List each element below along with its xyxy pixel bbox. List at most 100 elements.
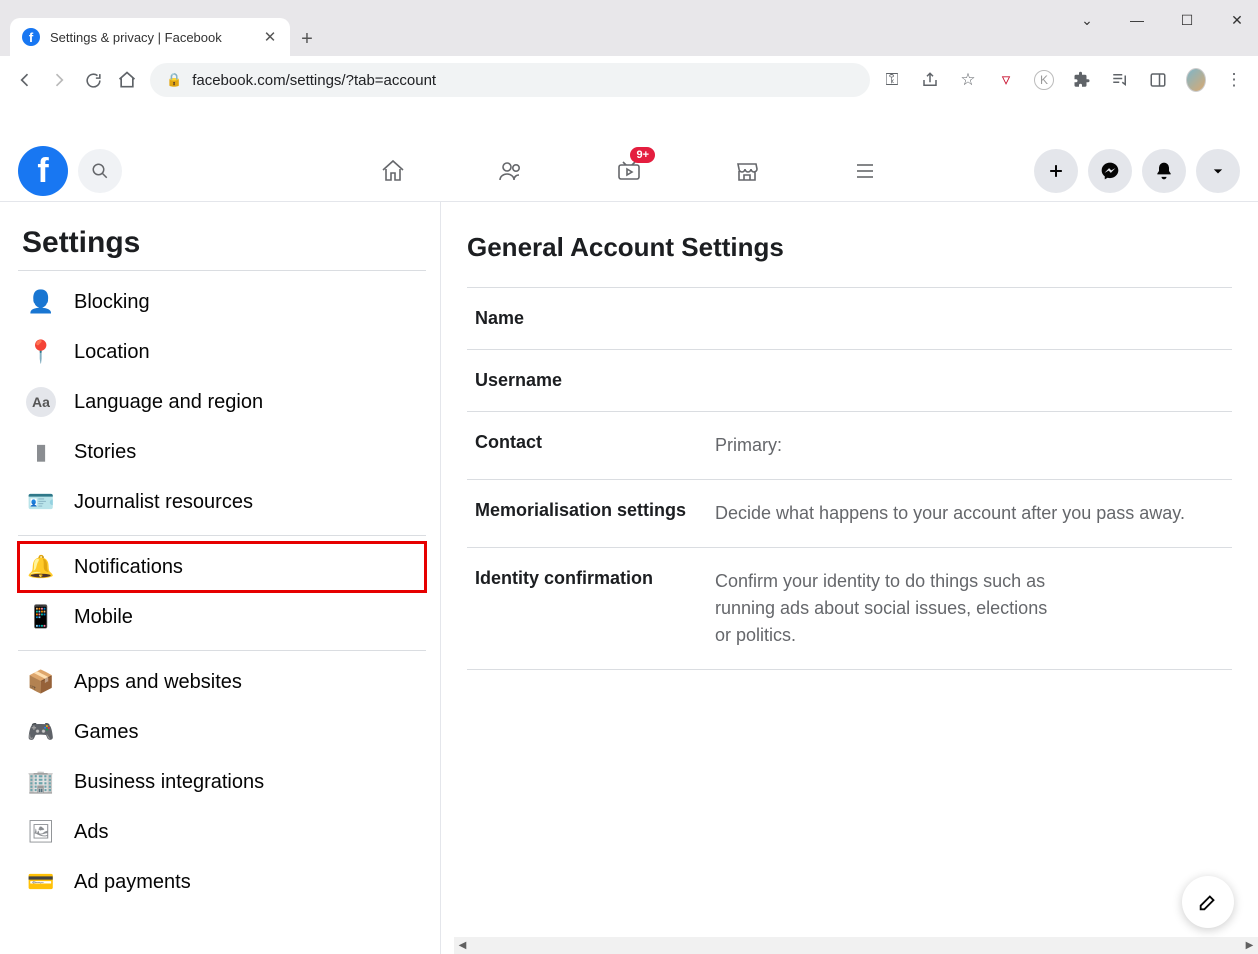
notifications-button[interactable] [1142,149,1186,193]
mobile-icon: 📱 [26,602,56,632]
facebook-favicon: f [22,28,40,46]
messenger-button[interactable] [1088,149,1132,193]
home-tab[interactable] [373,151,413,191]
extensions-icon[interactable] [1072,70,1092,90]
settings-row[interactable]: Memorialisation settingsDecide what happ… [467,479,1232,547]
scroll-left-icon[interactable]: ◀ [454,937,471,954]
sidepanel-icon[interactable] [1148,70,1168,90]
facebook-header: f 9+ [0,141,1258,202]
header-actions [1034,149,1240,193]
reload-icon[interactable] [82,69,104,91]
divider [18,650,426,651]
address-bar: 🔒 facebook.com/settings/?tab=account ⚿ ☆… [0,56,1258,105]
watch-tab[interactable]: 9+ [609,151,649,191]
search-button[interactable] [78,149,122,193]
sidebar-item-adpayments[interactable]: 💳Ad payments [18,857,426,907]
row-value: Primary: [715,432,1224,459]
url-field[interactable]: 🔒 facebook.com/settings/?tab=account [150,63,870,97]
settings-row[interactable]: Name [467,287,1232,349]
toolbar-actions: ⚿ ☆ ▿ K ⋮ [882,70,1244,90]
home-icon[interactable] [116,69,138,91]
sidebar-item-stories[interactable]: ▮Stories [18,427,426,477]
back-icon[interactable] [14,69,36,91]
row-label: Contact [475,432,715,453]
forward-icon[interactable] [48,69,70,91]
sidebar-item-label: Apps and websites [74,671,242,694]
tab-title: Settings & privacy | Facebook [50,30,262,45]
sidebar-item-journalist[interactable]: 🪪Journalist resources [18,477,426,527]
sidebar-item-label: Games [74,721,138,744]
browser-tab[interactable]: f Settings & privacy | Facebook ✕ [10,18,290,56]
close-tab-icon[interactable]: ✕ [262,28,278,46]
main-panel: General Account Settings Name Username Con… [440,202,1258,954]
chevron-down-icon[interactable]: ⌄ [1072,12,1102,29]
horizontal-scrollbar[interactable]: ◀ ▶ [454,937,1258,954]
window-controls: ⌄ — ☐ ✕ [1072,0,1252,40]
share-icon[interactable] [920,70,940,90]
watch-badge: 9+ [630,147,655,163]
sidebar-item-blocking[interactable]: 👤 Blocking [18,277,426,327]
scroll-right-icon[interactable]: ▶ [1241,937,1258,954]
sidebar-item-mobile[interactable]: 📱 Mobile [18,592,426,642]
maximize-icon[interactable]: ☐ [1172,12,1202,29]
profile-avatar[interactable] [1186,70,1206,90]
ads-icon: 🖼 [26,817,56,847]
sidebar-item-label: Mobile [74,606,133,629]
notifications-icon: 🔔 [26,552,56,582]
settings-sidebar: Settings 👤 Blocking 📍LocationAaLanguage an… [0,202,440,954]
stories-icon: ▮ [26,437,56,467]
bookmark-star-icon[interactable]: ☆ [958,70,978,90]
media-icon[interactable] [1110,70,1130,90]
settings-row[interactable]: ContactPrimary: [467,411,1232,479]
url-text: facebook.com/settings/?tab=account [192,72,436,89]
blocking-icon: 👤 [26,287,56,317]
games-icon: 🎮 [26,717,56,747]
row-label: Memorialisation settings [475,500,715,521]
ext-k-icon[interactable]: K [1034,70,1054,90]
friends-tab[interactable] [491,151,531,191]
sidebar-item-games[interactable]: 🎮 Games [18,707,426,757]
sidebar-item-label: Notifications [74,556,183,579]
sidebar-title: Settings [22,226,426,260]
browser-tab-strip: f Settings & privacy | Facebook ✕ + ⌄ — … [0,0,1258,56]
key-icon[interactable]: ⚿ [882,70,902,90]
business-icon: 🏢 [26,767,56,797]
sidebar-item-label: Blocking [74,291,150,314]
minimize-icon[interactable]: — [1122,12,1152,28]
adpayments-icon: 💳 [26,867,56,897]
close-window-icon[interactable]: ✕ [1222,12,1252,29]
divider [18,270,426,271]
divider [18,535,426,536]
sidebar-item-language[interactable]: AaLanguage and region [18,377,426,427]
kebab-menu-icon[interactable]: ⋮ [1224,70,1244,90]
settings-row[interactable]: Username [467,349,1232,411]
row-value: Confirm your identity to do things such … [715,568,1055,649]
page-body: Settings 👤 Blocking 📍LocationAaLanguage an… [0,202,1258,954]
sidebar-item-ads[interactable]: 🖼 Ads [18,807,426,857]
top-nav: 9+ [373,151,885,191]
sidebar-item-label: Business integrations [74,771,264,794]
compose-button[interactable] [1182,876,1234,928]
apps-icon: 📦 [26,667,56,697]
sidebar-item-business[interactable]: 🏢 Business integrations [18,757,426,807]
sidebar-item-apps[interactable]: 📦 Apps and websites [18,657,426,707]
page-title: General Account Settings [467,232,1232,263]
language-icon: Aa [26,387,56,417]
sidebar-item-label: Ads [74,821,108,844]
marketplace-tab[interactable] [727,151,767,191]
row-value: Decide what happens to your account afte… [715,500,1224,527]
mcafee-icon[interactable]: ▿ [996,70,1016,90]
facebook-logo[interactable]: f [18,146,68,196]
sidebar-item-label: Location [74,341,150,364]
settings-row[interactable]: Identity confirmationConfirm your identi… [467,547,1232,670]
sidebar-item-notifications[interactable]: 🔔 Notifications [18,542,426,592]
row-label: Username [475,370,715,391]
create-button[interactable] [1034,149,1078,193]
new-tab-button[interactable]: + [290,22,324,56]
row-label: Name [475,308,715,329]
lock-icon: 🔒 [166,72,182,88]
sidebar-item-location[interactable]: 📍Location [18,327,426,377]
account-dropdown[interactable] [1196,149,1240,193]
sidebar-item-label: Journalist resources [74,491,253,514]
menu-tab[interactable] [845,151,885,191]
